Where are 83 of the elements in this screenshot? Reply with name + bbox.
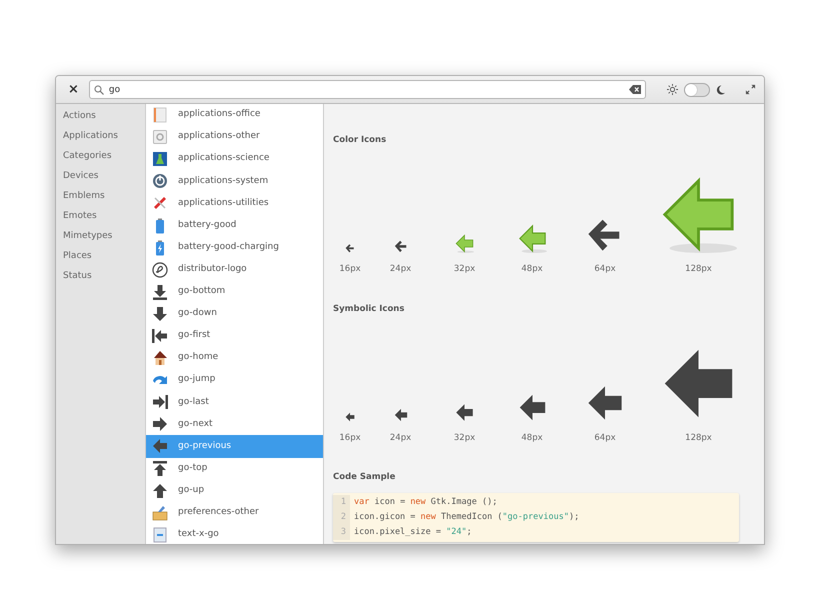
left-arrow-icon (455, 402, 474, 422)
section-title: Code Sample (333, 470, 396, 484)
left-arrow-icon (660, 176, 737, 253)
size-label: 16px (339, 432, 361, 444)
icon-list-item[interactable]: go-next (146, 413, 323, 436)
arrow-icon (152, 482, 168, 499)
icon-list-item[interactable]: distributor-logo (146, 258, 323, 281)
sidebar-item[interactable]: Applications (56, 126, 145, 146)
sun-icon (667, 84, 678, 95)
code-line: icon.gicon = new ThemedIcon ("go-previous"); (353, 511, 580, 524)
icon-list-item[interactable]: applications-science (146, 148, 323, 170)
arrow-icon (152, 306, 168, 322)
dark-mode-switch[interactable] (684, 82, 710, 96)
left-arrow-icon (394, 239, 408, 253)
size-label: 24px (390, 432, 412, 444)
icon-list-item[interactable]: applications-system (146, 170, 323, 192)
close-button[interactable]: × (64, 83, 83, 96)
left-arrow-icon (345, 243, 355, 253)
size-label: 32px (454, 263, 476, 276)
knife-icon (152, 195, 168, 212)
sidebar-item[interactable]: Status (56, 266, 145, 286)
icon-list-item[interactable]: text-x-go (146, 524, 323, 544)
section-title: Symbolic Icons (333, 302, 406, 316)
section-title: Color Icons (333, 134, 388, 147)
icon-list-item[interactable]: battery-good (146, 214, 323, 237)
line-number: 1 (333, 495, 350, 510)
icon-list-item[interactable]: go-home (146, 347, 323, 370)
sidebar-item[interactable]: Emblems (56, 186, 145, 206)
left-arrow-icon (518, 392, 546, 422)
icon-list-item[interactable]: go-jump (146, 369, 323, 392)
size-label: 64px (594, 432, 616, 444)
code-line: var icon = new Gtk.Image (); (353, 496, 498, 510)
left-arrow-icon (518, 224, 546, 253)
size-label: 48px (521, 263, 543, 276)
document-icon (152, 107, 168, 124)
size-label: 128px (685, 263, 712, 276)
left-arrow-icon (394, 408, 408, 422)
house-icon (152, 350, 168, 366)
size-label: 64px (594, 263, 616, 276)
clear-icon[interactable] (628, 85, 641, 94)
sidebar-item[interactable]: Categories (56, 146, 145, 166)
arrow-icon (152, 284, 168, 300)
size-label: 16px (339, 263, 361, 276)
sidebar-item[interactable]: Places (56, 246, 145, 266)
logo-icon (152, 262, 168, 278)
sidebar-item[interactable]: Mimetypes (56, 226, 145, 246)
line-number: 3 (333, 525, 350, 540)
arrow-icon (152, 460, 168, 477)
search-field[interactable]: go (88, 80, 646, 99)
icon-list-item[interactable]: go-top (146, 458, 323, 480)
size-label: 24px (390, 263, 412, 276)
size-label: 48px (521, 432, 543, 444)
left-arrow-icon (586, 384, 624, 422)
sidebar-item[interactable]: Actions (56, 106, 145, 126)
icon-list-item[interactable]: applications-utilities (146, 192, 323, 214)
line-number: 2 (333, 510, 350, 526)
icon-list-item[interactable]: preferences-other (146, 502, 323, 524)
maximize-icon[interactable] (745, 84, 756, 95)
flask-icon (152, 151, 168, 168)
code-line: icon.pixel_size = "24"; (353, 526, 472, 540)
icon-list-item[interactable]: go-bottom (146, 280, 323, 303)
left-arrow-icon (455, 234, 474, 253)
icon-list-item[interactable]: go-first (146, 324, 323, 348)
arrow-icon (152, 416, 168, 432)
icon-list-item[interactable]: applications-other (146, 126, 323, 148)
sidebar-item[interactable]: Devices (56, 166, 145, 186)
toolbox-icon (152, 504, 168, 521)
icon-list-item[interactable]: applications-office (146, 104, 323, 126)
gear-icon (152, 129, 168, 146)
size-label: 32px (454, 432, 476, 444)
power-icon (152, 173, 168, 190)
icon-list-item[interactable]: go-up (146, 480, 323, 502)
left-arrow-icon (345, 412, 355, 422)
arrow-icon (152, 394, 168, 410)
size-label: 128px (685, 432, 712, 444)
icon-list-item[interactable]: go-down (146, 302, 323, 325)
arrow-icon (152, 328, 168, 344)
sidebar-item[interactable]: Emotes (56, 206, 145, 226)
icon-list-item[interactable]: go-last (146, 391, 323, 414)
arrow-icon (152, 438, 168, 454)
icon-list-item[interactable]: battery-good-charging (146, 236, 323, 259)
moon-icon (716, 84, 725, 94)
search-icon (94, 84, 104, 94)
